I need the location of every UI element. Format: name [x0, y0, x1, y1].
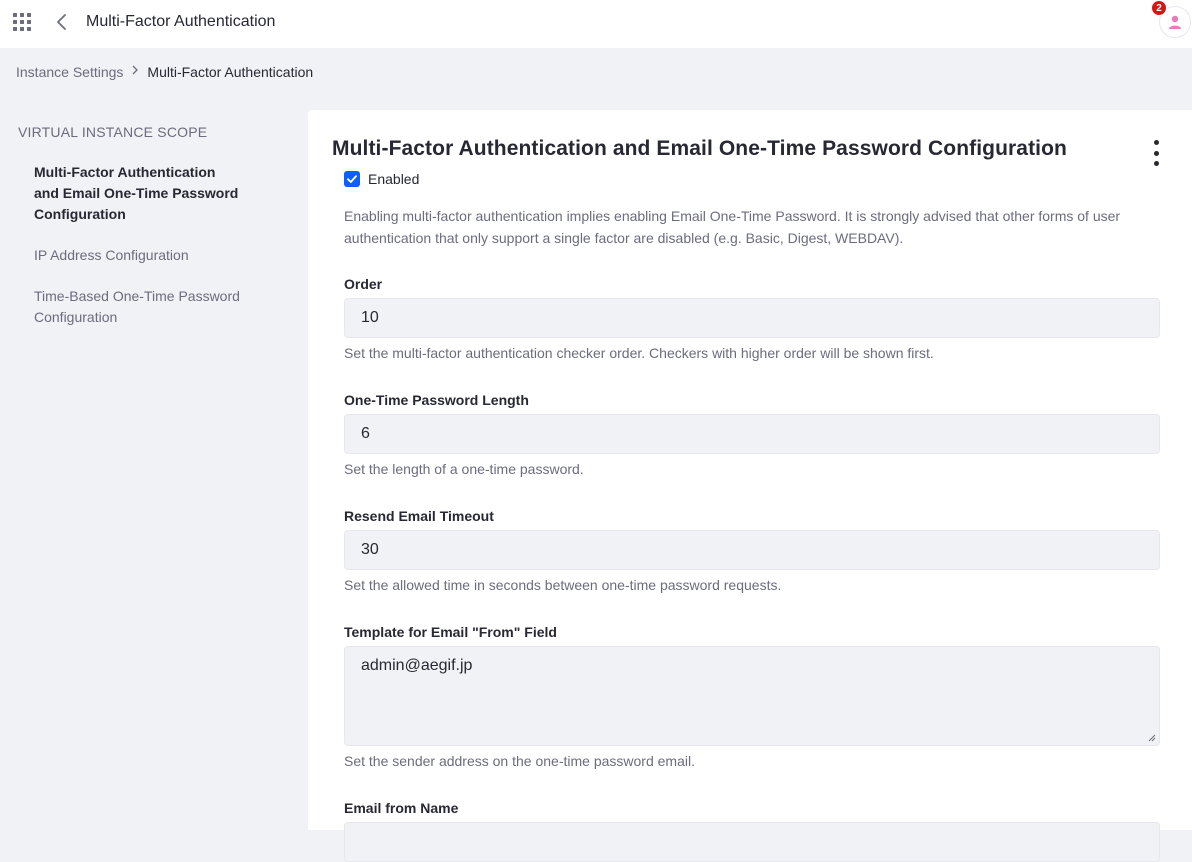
email-from-template-value: admin@aegif.jp	[361, 657, 473, 674]
email-from-template-textarea[interactable]: admin@aegif.jp	[344, 646, 1160, 746]
email-from-name-input[interactable]	[344, 822, 1160, 862]
sidebar-item-totp[interactable]: Time-Based One-Time Password Configurati…	[34, 286, 244, 328]
apps-grid-icon[interactable]	[13, 13, 31, 31]
sidebar-heading: VIRTUAL INSTANCE SCOPE	[18, 124, 208, 140]
notification-badge[interactable]: 2	[1151, 0, 1167, 16]
chevron-left-icon	[57, 14, 66, 30]
resend-timeout-help: Set the allowed time in seconds between …	[344, 577, 782, 593]
back-button[interactable]	[52, 12, 72, 32]
otp-length-value: 6	[361, 425, 370, 442]
resize-handle-icon[interactable]	[1146, 732, 1156, 742]
breadcrumb-item-current: Multi-Factor Authentication	[147, 64, 314, 80]
resend-timeout-label: Resend Email Timeout	[344, 508, 494, 524]
email-from-template-help: Set the sender address on the one-time p…	[344, 753, 695, 769]
email-from-name-label: Email from Name	[344, 800, 459, 816]
sidebar-item-mfa-email-otp[interactable]: Multi-Factor Authentication and Email On…	[34, 162, 244, 225]
sidebar-item-ip-address[interactable]: IP Address Configuration	[34, 245, 244, 266]
page-title: Multi-Factor Authentication	[86, 13, 276, 30]
otp-length-help: Set the length of a one-time password.	[344, 461, 584, 477]
card-title: Multi-Factor Authentication and Email On…	[332, 137, 1067, 160]
check-icon	[347, 175, 357, 183]
order-help: Set the multi-factor authentication chec…	[344, 345, 934, 361]
enabled-label: Enabled	[368, 171, 420, 187]
user-icon	[1169, 15, 1181, 29]
top-bar: Multi-Factor Authentication 2	[0, 0, 1192, 48]
chevron-right-icon	[131, 64, 139, 80]
order-input[interactable]: 10	[344, 298, 1160, 338]
breadcrumb: Instance Settings Multi-Factor Authentic…	[16, 64, 313, 80]
vertical-ellipsis-icon[interactable]	[1149, 140, 1163, 166]
resend-timeout-value: 30	[361, 541, 379, 558]
otp-length-label: One-Time Password Length	[344, 392, 529, 408]
enabled-checkbox[interactable]	[344, 171, 360, 187]
resend-timeout-input[interactable]: 30	[344, 530, 1160, 570]
configuration-card: Multi-Factor Authentication and Email On…	[308, 110, 1192, 862]
order-label: Order	[344, 276, 383, 292]
breadcrumb-item-instance-settings[interactable]: Instance Settings	[16, 64, 123, 80]
order-value: 10	[361, 309, 379, 326]
intro-text: Enabling multi-factor authentication imp…	[344, 208, 1121, 246]
email-from-template-label: Template for Email "From" Field	[344, 624, 557, 640]
otp-length-input[interactable]: 6	[344, 414, 1160, 454]
enabled-row: Enabled	[344, 171, 419, 187]
